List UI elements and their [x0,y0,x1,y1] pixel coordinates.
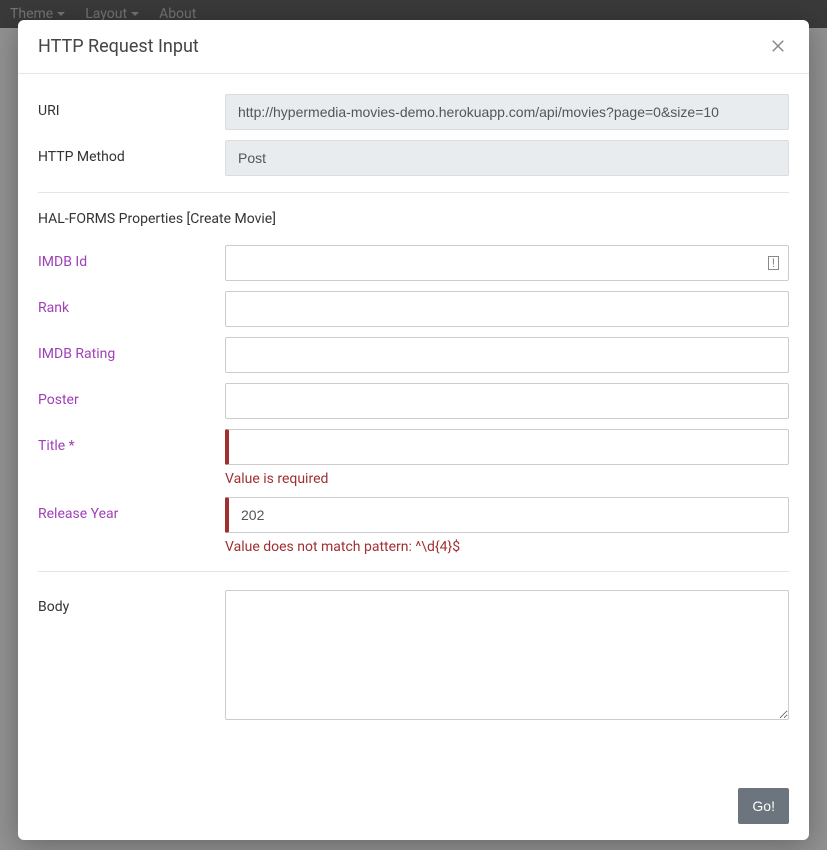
method-input[interactable] [225,140,789,176]
poster-input[interactable] [225,383,789,419]
release-year-label: Release Year [38,497,225,522]
title-row: Title * Value is required [38,429,789,487]
release-year-input[interactable] [225,497,789,533]
contact-card-icon: ! [768,256,779,270]
uri-row: URI [38,94,789,130]
imdb-rating-label: IMDB Rating [38,337,225,362]
hal-forms-heading: HAL-FORMS Properties [Create Movie] [38,211,789,227]
body-row: Body [38,590,789,724]
modal-header: HTTP Request Input [18,20,809,74]
divider [38,571,789,572]
uri-input[interactable] [225,94,789,130]
imdb-id-label: IMDB Id [38,245,225,270]
imdb-rating-row: IMDB Rating [38,337,789,373]
http-request-modal: HTTP Request Input URI HTTP Method HAL-F… [18,20,809,840]
rank-input[interactable] [225,291,789,327]
close-button[interactable] [769,37,789,57]
imdb-rating-input[interactable] [225,337,789,373]
modal-footer: Go! [18,776,809,840]
release-year-error: Value does not match pattern: ^\d{4}$ [225,539,789,555]
poster-row: Poster [38,383,789,419]
title-input[interactable] [225,429,789,465]
close-icon [769,37,787,55]
title-error: Value is required [225,471,789,487]
title-label: Title * [38,429,225,454]
body-label: Body [38,590,225,615]
imdb-id-row: IMDB Id ! [38,245,789,281]
go-button[interactable]: Go! [738,788,789,824]
rank-row: Rank [38,291,789,327]
uri-label: URI [38,94,225,119]
imdb-id-input[interactable] [225,245,789,281]
method-row: HTTP Method [38,140,789,176]
body-textarea[interactable] [225,590,789,720]
modal-title: HTTP Request Input [38,36,199,57]
poster-label: Poster [38,383,225,408]
modal-body: URI HTTP Method HAL-FORMS Properties [Cr… [18,74,809,776]
release-year-row: Release Year Value does not match patter… [38,497,789,555]
rank-label: Rank [38,291,225,316]
method-label: HTTP Method [38,140,225,165]
divider [38,192,789,193]
